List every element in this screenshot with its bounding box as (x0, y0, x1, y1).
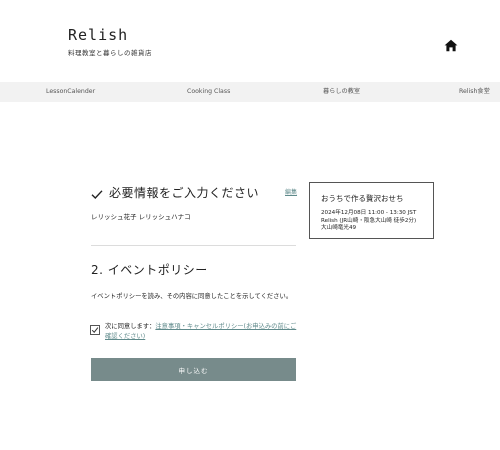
summary-location: Relish (JR山崎・阪急大山崎 徒歩2分) (321, 217, 417, 224)
section-divider (91, 245, 296, 246)
booking-summary: おうちで作る贅沢おせち 2024年12月08日 11:00 - 13:30 JS… (309, 182, 434, 239)
entered-name: レリッシュ花子 レリッシュハナコ (91, 213, 191, 221)
checkbox-check-icon (91, 327, 99, 333)
brand-tagline: 料理教室と暮らしの雑貨店 (68, 49, 152, 57)
summary-title: おうちで作る贅沢おせち (321, 194, 404, 203)
check-icon (91, 185, 103, 199)
nav-item-kurashi-class[interactable]: 暮らしの教室 (323, 82, 360, 102)
agree-label: 次に同意します：注意事項・キャンセルポリシー(お申込みの前にご確認ください) (105, 322, 300, 342)
agree-prefix: 次に同意します： (105, 323, 156, 330)
brand[interactable]: Relish 料理教室と暮らしの雑貨店 (68, 26, 152, 57)
main-nav: LessonCalender Cooking Class 暮らしの教室 Reli… (0, 82, 500, 102)
summary-datetime: 2024年12月08日 11:00 - 13:30 JST (321, 210, 417, 216)
submit-button[interactable]: 申し込む (91, 358, 296, 381)
edit-link[interactable]: 編集 (285, 187, 297, 196)
summary-address: 大山崎竜光49 (321, 225, 357, 231)
home-icon[interactable] (444, 37, 458, 52)
nav-item-relish-shokudo[interactable]: Relish食堂 (459, 82, 490, 102)
policy-description: イベントポリシーを読み、その内容に同意したことを示してください。 (91, 293, 293, 300)
brand-name[interactable]: Relish (68, 26, 152, 44)
section1-title: 必要情報をご入力ください (109, 186, 260, 200)
nav-item-cooking-class[interactable]: Cooking Class (187, 82, 230, 102)
nav-item-lesson-calendar[interactable]: LessonCalender (46, 82, 95, 102)
agree-checkbox[interactable] (90, 325, 100, 335)
section2-title: 2. イベントポリシー (91, 263, 208, 277)
